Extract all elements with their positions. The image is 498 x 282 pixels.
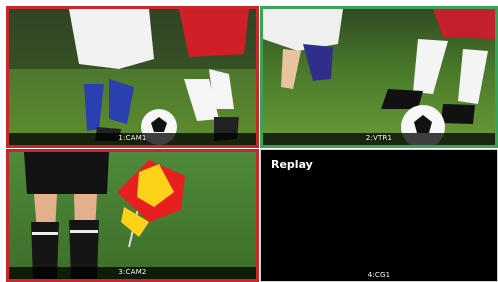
tile-vtr1[interactable]: 2:VTR1 xyxy=(260,6,498,148)
tile-label: 1:CAM1 xyxy=(118,134,147,142)
tile-label: 2:VTR1 xyxy=(365,134,393,142)
multiviewer-grid: 1:CAM1 2:VTR1 3:CAM2 Replay 4:CG1 xyxy=(6,6,498,282)
tile-cg1[interactable]: Replay 4:CG1 xyxy=(260,149,498,282)
replay-title: Replay xyxy=(271,158,313,171)
tile-label: 3:CAM2 xyxy=(118,268,147,276)
tile-cam2[interactable]: 3:CAM2 xyxy=(6,149,259,282)
tile-cam1[interactable]: 1:CAM1 xyxy=(6,6,259,148)
tile-label: 4:CG1 xyxy=(367,271,391,279)
vtr1-video-frame xyxy=(263,9,495,145)
cam1-video-frame xyxy=(9,9,256,145)
cam2-video-frame xyxy=(9,152,256,279)
